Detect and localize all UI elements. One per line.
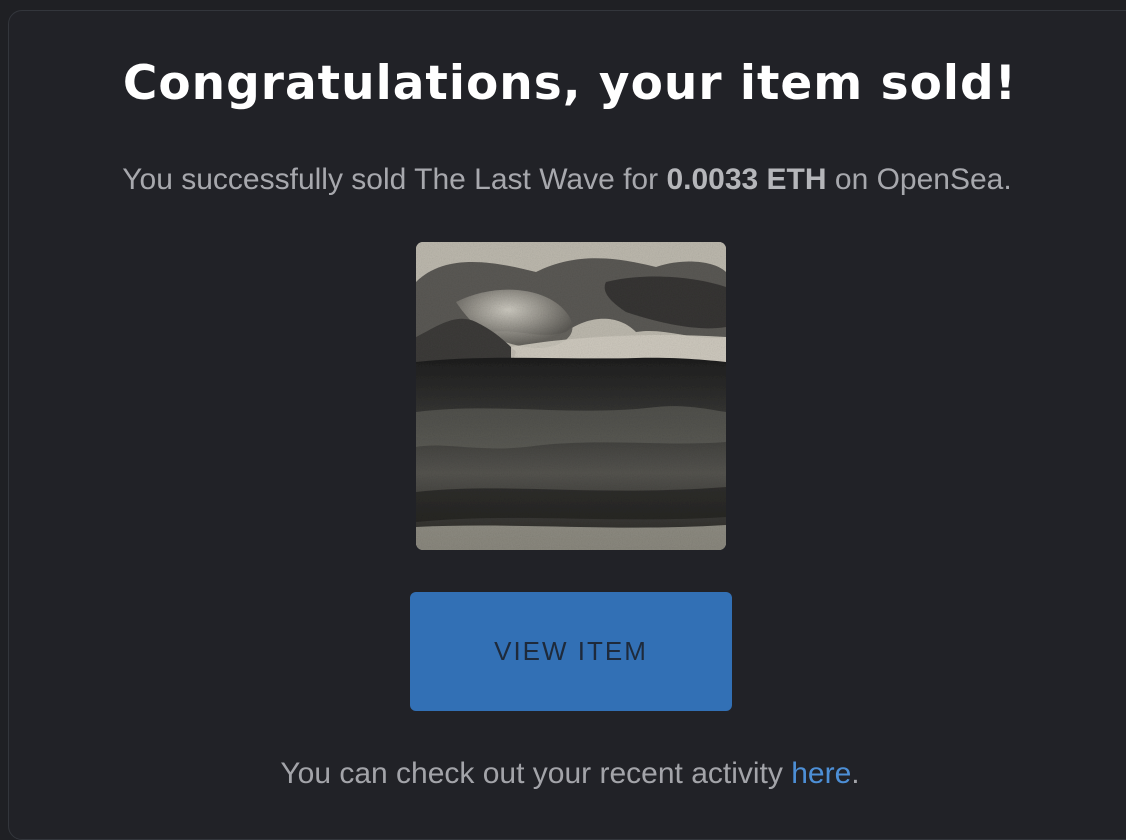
- sale-confirmation-dialog: Congratulations, your item sold! You suc…: [0, 0, 1126, 809]
- recent-activity-suffix: .: [851, 757, 860, 790]
- view-item-button[interactable]: VIEW ITEM: [410, 592, 732, 711]
- sale-message: You successfully sold The Last Wave for …: [0, 160, 1126, 200]
- recent-activity-link[interactable]: here: [791, 757, 851, 790]
- artwork-illustration: [416, 242, 726, 550]
- sale-message-suffix: on OpenSea.: [826, 163, 1012, 196]
- recent-activity-prefix: You can check out your recent activity: [280, 757, 792, 790]
- sale-price: 0.0033 ETH: [666, 163, 827, 196]
- recent-activity-message: You can check out your recent activity h…: [0, 754, 1126, 794]
- artwork-image: [416, 242, 726, 550]
- page-title: Congratulations, your item sold!: [122, 56, 1018, 111]
- sale-message-prefix: You successfully sold The Last Wave for: [122, 163, 667, 196]
